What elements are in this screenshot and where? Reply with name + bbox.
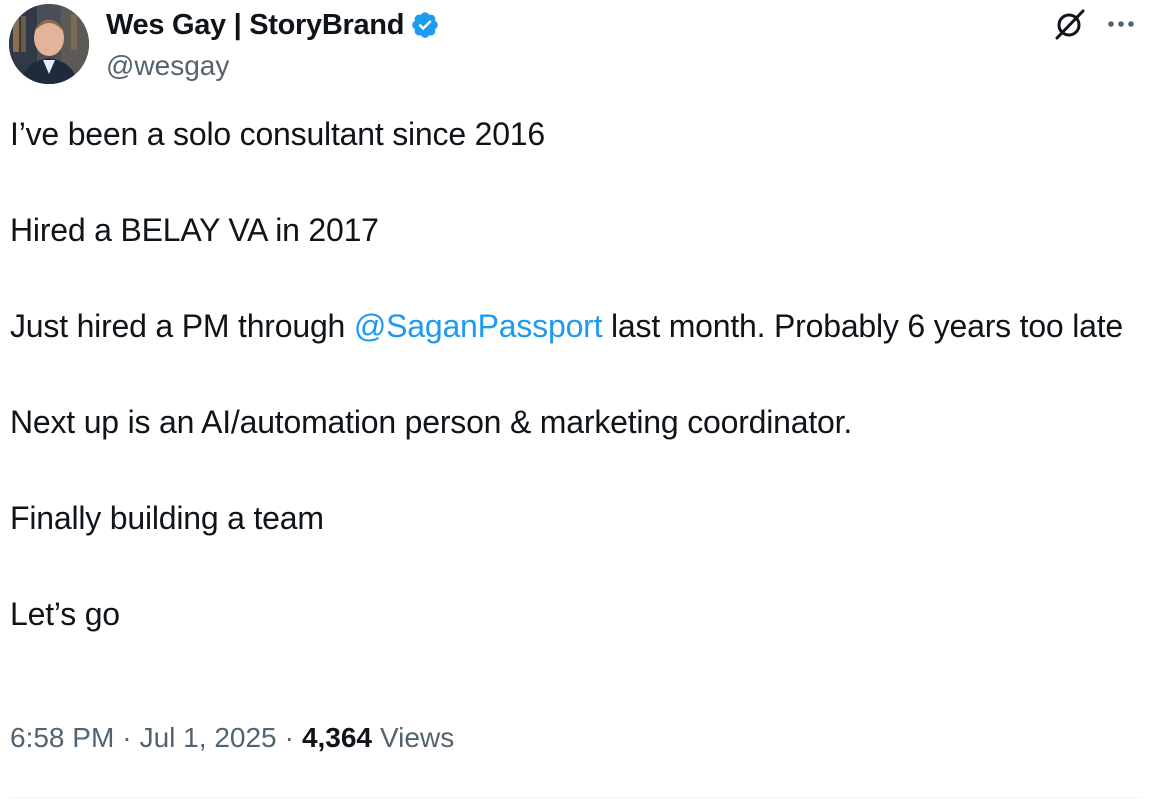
meta-separator: ·: [122, 722, 132, 753]
author-display-name[interactable]: Wes Gay | StoryBrand: [106, 9, 404, 42]
tweet-card: Wes Gay | StoryBrand @wesgay I’ve been a…: [0, 0, 1150, 804]
more-options-icon[interactable]: [1103, 12, 1139, 36]
author-handle[interactable]: @wesgay: [106, 50, 440, 82]
tweet-text: I’ve been a solo consultant since 2016 H…: [10, 110, 1130, 638]
tweet-paragraph: Let’s go: [10, 596, 120, 632]
tweet-paragraph: Next up is an AI/automation person & mar…: [10, 404, 853, 440]
grok-icon[interactable]: [1053, 7, 1087, 41]
mention-link[interactable]: @SaganPassport: [354, 308, 603, 344]
tweet-date[interactable]: Jul 1, 2025: [140, 722, 277, 754]
views-label: Views: [380, 722, 455, 753]
tweet-paragraph: Hired a BELAY VA in 2017: [10, 212, 379, 248]
tweet-time[interactable]: 6:58 PM: [10, 722, 114, 754]
name-row: Wes Gay | StoryBrand: [106, 6, 440, 44]
tweet-paragraph: Just hired a PM through @SaganPassport l…: [10, 302, 1130, 350]
tweet-text-segment: Just hired a PM through: [10, 308, 354, 344]
tweet-meta: 6:58 PM · Jul 1, 2025 · 4,364 Views: [10, 722, 454, 754]
author-block: Wes Gay | StoryBrand @wesgay: [106, 6, 440, 82]
tweet-paragraph: I’ve been a solo consultant since 2016: [10, 116, 545, 152]
verified-badge-icon[interactable]: [410, 10, 440, 40]
views-count[interactable]: 4,364: [302, 722, 372, 754]
tweet-text-segment: last month. Probably 6 years too late: [602, 308, 1124, 344]
meta-separator: ·: [284, 722, 294, 753]
tweet-paragraph: Finally building a team: [10, 500, 324, 536]
avatar[interactable]: [9, 4, 89, 84]
divider: [10, 797, 1140, 798]
